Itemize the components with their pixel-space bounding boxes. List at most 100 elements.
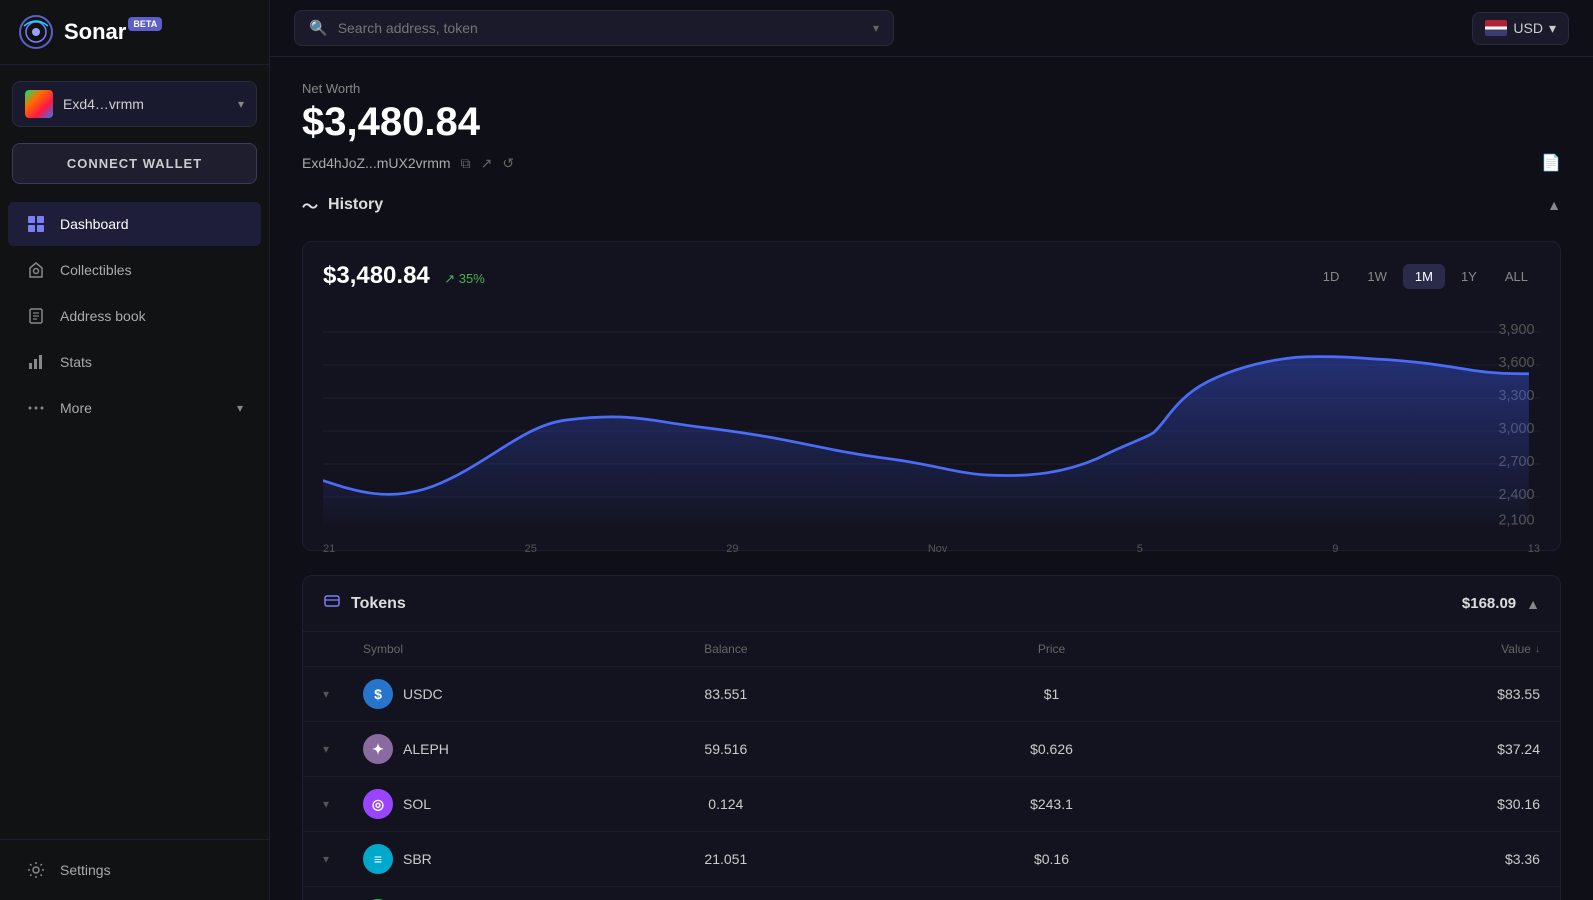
search-input[interactable] [338, 20, 863, 36]
copy-icon[interactable]: ⧉ [461, 155, 471, 172]
token-balance: 21.051 [563, 851, 889, 867]
time-btn-1y[interactable]: 1Y [1449, 264, 1489, 289]
x-label-nov: Nov [928, 543, 948, 555]
refresh-icon[interactable]: ↺ [502, 155, 514, 172]
tokens-icon [323, 592, 341, 615]
svg-text:3,600: 3,600 [1499, 355, 1535, 371]
dashboard-icon [26, 214, 46, 234]
tokens-section: Tokens $168.09 ▲ Symbol Balance Price Va… [302, 575, 1561, 900]
search-bar[interactable]: 🔍 ▾ [294, 10, 894, 46]
time-period-buttons: 1D 1W 1M 1Y ALL [1311, 264, 1540, 289]
external-link-icon[interactable]: ↗ [481, 155, 493, 172]
sidebar: SonarBETA Exd4…vrmm ▾ CONNECT WALLET Das… [0, 0, 270, 900]
token-price: $0.626 [889, 741, 1215, 757]
chart-value-area: $3,480.84 ↗ 35% [323, 262, 485, 290]
chart-header: $3,480.84 ↗ 35% 1D 1W 1M 1Y ALL [323, 262, 1540, 290]
beta-badge: BETA [128, 17, 162, 31]
tokens-title: Tokens [323, 592, 406, 615]
token-value: $30.16 [1214, 796, 1540, 812]
logo-area: SonarBETA [0, 0, 269, 65]
history-collapse-icon[interactable]: ▲ [1547, 197, 1561, 213]
time-btn-1d[interactable]: 1D [1311, 264, 1352, 289]
doc-icon[interactable]: 📄 [1541, 153, 1561, 173]
sonar-logo-icon [18, 14, 54, 50]
token-balance: 59.516 [563, 741, 889, 757]
row-expand-icon[interactable]: ▾ [323, 852, 363, 866]
token-price: $0.16 [889, 851, 1215, 867]
sidebar-item-dashboard[interactable]: Dashboard [8, 202, 261, 246]
col-header-symbol: Symbol [363, 642, 563, 656]
sidebar-item-stats-label: Stats [60, 354, 92, 370]
sidebar-item-more-label: More [60, 400, 92, 416]
token-balance: 0.124 [563, 796, 889, 812]
currency-chevron-icon: ▾ [1549, 20, 1556, 37]
sort-down-icon: ↓ [1535, 644, 1540, 655]
chart-x-labels: 21 25 29 Nov 5 9 13 [323, 535, 1540, 555]
token-info: ◎ SOL [363, 789, 563, 819]
token-icon-aleph: ✦ [363, 734, 393, 764]
wallet-chevron-icon: ▾ [238, 97, 244, 111]
stats-icon [26, 352, 46, 372]
main-content: 🔍 ▾ USD ▾ Net Worth $3,480.84 Exd4hJoZ..… [270, 0, 1593, 900]
x-label-9: 9 [1332, 543, 1338, 555]
sidebar-item-address-book[interactable]: Address book [8, 294, 261, 338]
x-label-13: 13 [1528, 543, 1540, 555]
sidebar-item-more[interactable]: More ▾ [8, 386, 261, 430]
chart-container: $3,480.84 ↗ 35% 1D 1W 1M 1Y ALL [302, 241, 1561, 551]
token-name: USDC [403, 686, 443, 702]
sidebar-item-collectibles-label: Collectibles [60, 262, 132, 278]
token-value: $3.36 [1214, 851, 1540, 867]
row-expand-icon[interactable]: ▾ [323, 687, 363, 701]
col-header-balance: Balance [563, 642, 889, 656]
chart-current-value: $3,480.84 [323, 262, 430, 289]
svg-text:3,900: 3,900 [1499, 322, 1535, 338]
token-name: SOL [403, 796, 431, 812]
sidebar-item-stats[interactable]: Stats [8, 340, 261, 384]
tokens-collapse-icon[interactable]: ▲ [1526, 596, 1540, 612]
col-header-value: Value ↓ [1214, 642, 1540, 656]
currency-selector[interactable]: USD ▾ [1472, 12, 1569, 45]
tokens-column-headers: Symbol Balance Price Value ↓ [303, 632, 1560, 667]
chart-percentage: ↗ 35% [444, 271, 485, 286]
net-worth-value: $3,480.84 [302, 100, 1561, 145]
col-header-chevron [323, 642, 363, 656]
chart-area: 3,900 3,600 3,300 3,000 2,700 2,400 2,10… [323, 310, 1540, 530]
more-chevron-icon: ▾ [237, 401, 243, 415]
token-price: $243.1 [889, 796, 1215, 812]
row-expand-icon[interactable]: ▾ [323, 797, 363, 811]
chart-pct-value: 35% [459, 271, 485, 286]
row-expand-icon[interactable]: ▾ [323, 742, 363, 756]
x-label-25: 25 [525, 543, 537, 555]
token-price: $1 [889, 686, 1215, 702]
wallet-selector[interactable]: Exd4…vrmm ▾ [12, 81, 257, 127]
topbar: 🔍 ▾ USD ▾ [270, 0, 1593, 57]
tokens-table: Symbol Balance Price Value ↓ ▾ $ USDC 83… [303, 632, 1560, 900]
time-btn-1m[interactable]: 1M [1403, 264, 1445, 289]
sidebar-nav: Dashboard Collectibles Address book [0, 200, 269, 432]
search-dropdown-icon: ▾ [873, 21, 879, 35]
address-text: Exd4hJoZ...mUX2vrmm [302, 155, 451, 171]
history-title-text: History [328, 196, 383, 214]
collectibles-icon [26, 260, 46, 280]
token-name: ALEPH [403, 741, 449, 757]
token-info: ≡ SBR [363, 844, 563, 874]
connect-wallet-button[interactable]: CONNECT WALLET [12, 143, 257, 184]
sidebar-item-collectibles[interactable]: Collectibles [8, 248, 261, 292]
history-title-icon: 〜 [302, 193, 318, 217]
tokens-header: Tokens $168.09 ▲ [303, 576, 1560, 632]
logo-text: SonarBETA [64, 19, 162, 45]
sidebar-item-settings[interactable]: Settings [8, 850, 261, 890]
history-section-title: 〜 History [302, 193, 383, 217]
time-btn-all[interactable]: ALL [1493, 264, 1540, 289]
time-btn-1w[interactable]: 1W [1355, 264, 1399, 289]
token-balance: 83.551 [563, 686, 889, 702]
token-name: SBR [403, 851, 432, 867]
tokens-total-value: $168.09 [1462, 595, 1516, 612]
token-value: $83.55 [1214, 686, 1540, 702]
address-row: Exd4hJoZ...mUX2vrmm ⧉ ↗ ↺ 📄 [302, 153, 1561, 173]
x-label-21: 21 [323, 543, 335, 555]
wallet-avatar [25, 90, 53, 118]
table-row: ▾ ✦ ALEPH 59.516 $0.626 $37.24 [303, 722, 1560, 777]
table-row: ▾ ◈ ALM 0.248 $0.00135 $0.00 [303, 887, 1560, 900]
address-book-icon [26, 306, 46, 326]
